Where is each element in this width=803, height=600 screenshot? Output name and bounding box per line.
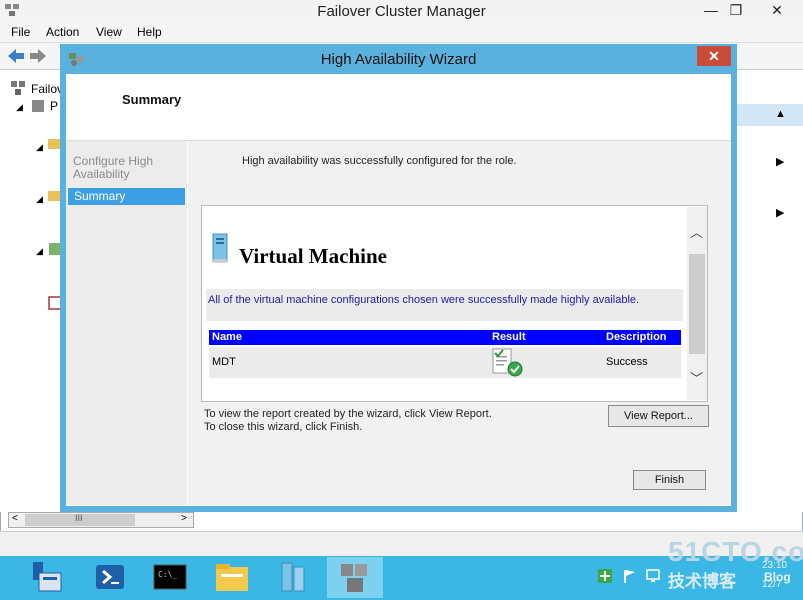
watermark-subtitle: 技术博客 — [668, 572, 736, 591]
menu-help[interactable]: Help — [137, 25, 162, 39]
instruction-finish: To close this wizard, click Finish. — [204, 421, 363, 433]
expand-arrow-icon[interactable]: ◢ — [36, 142, 43, 153]
back-arrow-icon[interactable] — [8, 49, 24, 63]
action-center-icon[interactable] — [598, 569, 612, 586]
failover-cluster-manager-icon[interactable] — [335, 559, 375, 597]
tree-root-label[interactable]: Failov — [31, 82, 63, 96]
tree-child-label[interactable]: P — [50, 99, 58, 113]
table-row: MDT Success — [209, 347, 681, 378]
hyper-v-manager-icon[interactable] — [274, 559, 314, 597]
expand-arrow-icon[interactable]: ◢ — [16, 102, 23, 113]
submenu-arrow-icon[interactable]: ▶ — [776, 206, 784, 219]
cluster-node-icon — [30, 98, 46, 117]
submenu-arrow-icon[interactable]: ▶ — [776, 155, 784, 168]
minimize-button[interactable]: — — [697, 0, 725, 20]
horizontal-scrollbar[interactable]: < III > — [8, 512, 194, 528]
row-name: MDT — [212, 356, 236, 368]
close-button[interactable]: ✕ — [760, 0, 794, 20]
menu-file[interactable]: File — [11, 25, 30, 39]
scroll-left-icon[interactable]: < — [12, 513, 18, 524]
virtual-machine-icon — [210, 232, 232, 267]
wizard-heading: Summary — [122, 92, 182, 107]
file-explorer-icon[interactable] — [212, 559, 252, 597]
powershell-icon[interactable] — [90, 559, 130, 597]
expand-arrow-icon[interactable]: ◢ — [36, 194, 43, 205]
nav-summary[interactable]: Summary — [68, 188, 185, 205]
success-message: High availability was successfully confi… — [242, 155, 517, 167]
actions-pane — [730, 70, 803, 512]
wizard-title: High Availability Wizard — [320, 51, 477, 68]
window-titlebar[interactable]: Failover Cluster Manager — ❐ ✕ — [0, 0, 803, 22]
column-result: Result — [492, 331, 526, 343]
scroll-grip: III — [75, 513, 83, 523]
watermark-site: 51CTO.com — [668, 536, 803, 567]
scroll-down-icon[interactable]: ﹀ — [690, 368, 703, 387]
scroll-right-icon[interactable]: > — [181, 513, 187, 524]
wizard-header — [66, 74, 731, 141]
collapse-arrow-icon[interactable]: ▲ — [775, 108, 786, 120]
wizard-titlebar[interactable]: High Availability Wizard — [60, 44, 737, 74]
report-title: Virtual Machine — [239, 244, 387, 268]
expand-arrow-icon[interactable]: ◢ — [36, 246, 43, 257]
watermark-blog: Blog — [764, 570, 791, 584]
cluster-icon — [10, 80, 26, 99]
flag-icon[interactable] — [622, 569, 636, 586]
scroll-up-icon[interactable]: ︿ — [690, 222, 703, 241]
command-prompt-icon[interactable]: C:\_ — [150, 559, 190, 597]
actions-header[interactable]: ▲ — [730, 104, 803, 126]
nav-configure-high-availability[interactable]: Configure High Availability — [73, 155, 183, 181]
report-table-header: Name Result Description — [209, 330, 681, 345]
column-name: Name — [212, 331, 242, 343]
instruction-view-report: To view the report created by the wizard… — [204, 408, 492, 420]
menu-action[interactable]: Action — [46, 25, 79, 39]
finish-button[interactable]: Finish — [633, 470, 706, 490]
row-description: Success — [606, 356, 648, 368]
view-report-button[interactable]: View Report... — [608, 405, 709, 427]
window-title: Failover Cluster Manager — [317, 3, 486, 20]
maximize-button[interactable]: ❐ — [722, 0, 750, 20]
svg-text:C:\_: C:\_ — [158, 570, 177, 579]
menu-view[interactable]: View — [96, 25, 122, 39]
wizard-close-button[interactable]: ✕ — [697, 46, 731, 66]
network-tray-icon[interactable] — [646, 569, 660, 586]
forward-arrow-icon[interactable] — [30, 49, 46, 63]
report-description: All of the virtual machine configuration… — [208, 294, 640, 306]
report-scroll-thumb[interactable] — [689, 254, 705, 354]
column-description: Description — [606, 331, 667, 343]
menu-bar: File Action View Help — [0, 22, 803, 43]
success-check-icon — [491, 348, 525, 381]
server-manager-icon[interactable] — [27, 559, 67, 597]
